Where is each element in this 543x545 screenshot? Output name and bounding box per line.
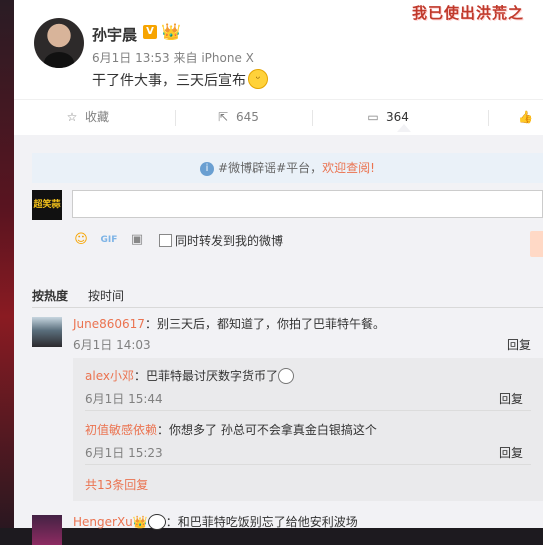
verified-badge-icon: V (143, 25, 157, 39)
author-name[interactable]: 孙宇晨 (92, 24, 137, 45)
sub-reply-body: ：你想多了 孙总可不会拿真金白银搞这个 (157, 423, 377, 437)
commenter-avatar[interactable] (32, 317, 62, 347)
repost-checkbox[interactable] (159, 234, 172, 247)
post-body: 干了件大事，三天后宣布 (92, 73, 246, 89)
sub-reply-user[interactable]: alex小邓 (85, 369, 134, 383)
sort-by-hot-tab[interactable]: 按热度 (32, 287, 68, 304)
panda-emoji-icon (147, 513, 166, 530)
info-icon: i (200, 161, 215, 176)
author-avatar[interactable] (34, 18, 84, 68)
comment-user[interactable]: HengerXu (73, 515, 133, 529)
crown-icon: 👑 (161, 22, 181, 41)
source-prefix: 来自 (173, 51, 198, 65)
comment-count: 364 (386, 110, 409, 124)
like-button[interactable]: 👍8 (518, 100, 543, 159)
sub-reply-text: alex小邓：巴菲特最讨厌数字货币了 (85, 367, 294, 385)
notice-text: #微博辟谣#平台， (218, 161, 323, 175)
ghost-emoji-icon (277, 367, 294, 384)
more-replies-link[interactable]: 共13条回复 (85, 476, 148, 493)
grin-emoji-icon: ᵕ (248, 69, 268, 89)
action-bar: ☆ 收藏 ⇱ 645 ▭ 364 👍8 (14, 99, 543, 159)
divider (32, 307, 543, 308)
sub-replies-box: alex小邓：巴菲特最讨厌数字货币了 6月1日 15:44 回复 初值敏感依赖：… (73, 358, 543, 501)
sub-reply-body: ：巴菲特最讨厌数字货币了 (133, 369, 278, 383)
share-button[interactable]: ⇱ 645 (216, 100, 259, 135)
comment-body: ：和巴菲特吃饭别忘了给他安利波场 (165, 515, 358, 529)
commenter-avatar[interactable] (32, 515, 62, 545)
rumor-notice: i #微博辟谣#平台，欢迎查阅! (32, 153, 543, 183)
comment-area: i #微博辟谣#平台，欢迎查阅! 超笑蒜 ☺ GIF ▣ 同时转发到我的微博 按热… (14, 135, 543, 545)
weibo-post-card: 孙宇晨 V 👑 我已使出洪荒之 6月1日 13:53 来自 iPhone X 干… (14, 0, 543, 545)
repost-checkbox-label[interactable]: 同时转发到我的微博 (175, 232, 283, 249)
sub-reply-time: 6月1日 15:44 (85, 392, 163, 406)
post-device[interactable]: iPhone X (201, 51, 254, 65)
share-icon: ⇱ (217, 110, 229, 124)
background-strip (0, 0, 14, 528)
divider (488, 110, 489, 126)
sub-reply-button[interactable]: 回复 (499, 390, 523, 407)
thumb-up-icon: 👍 (518, 110, 533, 124)
share-count: 645 (236, 110, 259, 124)
comment-icon: ▭ (367, 110, 379, 124)
comment-pointer (397, 124, 411, 132)
favorite-button[interactable]: ☆ 收藏 (65, 100, 109, 135)
star-icon: ☆ (66, 110, 78, 124)
submit-comment-button[interactable] (530, 231, 543, 257)
watermark-text: 我已使出洪荒之 (412, 4, 525, 22)
divider (312, 110, 313, 126)
image-icon[interactable]: ▣ (128, 231, 146, 249)
my-avatar[interactable]: 超笑蒜 (32, 190, 62, 220)
post-time[interactable]: 6月1日 13:53 (92, 51, 170, 65)
divider (85, 410, 531, 411)
reply-button[interactable]: 回复 (507, 336, 531, 353)
comment-text: June860617：别三天后，都知道了，你拍了巴菲特午餐。 (73, 315, 385, 332)
crown-icon: 👑 (132, 515, 148, 529)
comment-user[interactable]: June860617 (73, 317, 145, 331)
post-text: 干了件大事，三天后宣布 ᵕ (92, 69, 268, 91)
post-meta: 6月1日 13:53 来自 iPhone X (92, 49, 254, 66)
comment-body: ：别三天后，都知道了，你拍了巴菲特午餐。 (144, 317, 385, 331)
favorite-label: 收藏 (85, 110, 110, 124)
comment-time: 6月1日 14:03 (73, 338, 151, 352)
sub-reply-time: 6月1日 15:23 (85, 446, 163, 460)
notice-link[interactable]: 欢迎查阅! (322, 161, 375, 175)
sub-reply-user[interactable]: 初值敏感依赖 (85, 423, 157, 437)
gif-icon[interactable]: GIF (100, 231, 118, 249)
divider (175, 110, 176, 126)
sort-by-time-tab[interactable]: 按时间 (88, 287, 124, 304)
sub-reply-button[interactable]: 回复 (499, 444, 523, 461)
divider (85, 464, 531, 465)
emoji-icon[interactable]: ☺ (72, 231, 90, 249)
comment-input[interactable] (72, 190, 543, 218)
sub-reply-text: 初值敏感依赖：你想多了 孙总可不会拿真金白银搞这个 (85, 421, 377, 438)
